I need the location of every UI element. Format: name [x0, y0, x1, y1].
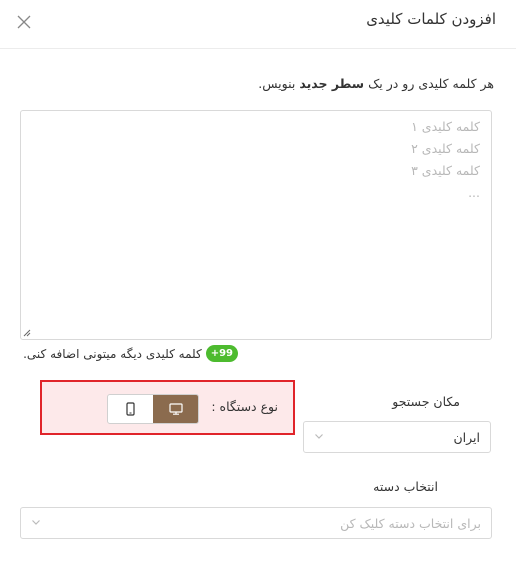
- device-type-section: نوع دستگاه :: [40, 380, 295, 435]
- dialog-title: افزودن کلمات کلیدی: [366, 10, 496, 28]
- instructions-bold: سطر جدید: [299, 76, 365, 91]
- location-select[interactable]: ایران: [303, 421, 491, 453]
- device-type-label: نوع دستگاه :: [211, 399, 278, 414]
- placeholder-line: ...: [468, 185, 480, 200]
- group-placeholder: برای انتخاب دسته کلیک کن: [340, 516, 481, 531]
- group-select[interactable]: برای انتخاب دسته کلیک کن: [20, 507, 492, 539]
- placeholder-line: کلمه کلیدی ۲: [411, 141, 480, 156]
- placeholder-line: کلمه کلیدی ۳: [411, 163, 480, 178]
- mobile-icon: [126, 402, 135, 416]
- remaining-text: کلمه کلیدی دیگه میتونی اضافه کنی.: [23, 346, 202, 361]
- dialog-header: افزودن کلمات کلیدی: [0, 0, 516, 49]
- close-button[interactable]: [16, 14, 32, 30]
- chevron-down-icon: [32, 520, 40, 525]
- instructions-text: هر کلمه کلیدی رو در یک سطر جدید بنویس.: [258, 76, 494, 91]
- placeholder-line: کلمه کلیدی ۱: [411, 119, 480, 134]
- location-label: مکان جستجو: [392, 394, 460, 409]
- close-icon: [17, 15, 31, 29]
- desktop-button[interactable]: [153, 395, 198, 423]
- resize-handle-icon[interactable]: [23, 329, 31, 337]
- group-label: انتخاب دسته: [373, 479, 438, 494]
- desktop-icon: [168, 403, 183, 415]
- remaining-badge: +99: [205, 345, 238, 362]
- keywords-textarea[interactable]: کلمه کلیدی ۱ کلمه کلیدی ۲ کلمه کلیدی ۳ .…: [20, 110, 492, 340]
- keywords-placeholder: کلمه کلیدی ۱ کلمه کلیدی ۲ کلمه کلیدی ۳ .…: [411, 116, 480, 204]
- chevron-down-icon: [315, 434, 323, 439]
- mobile-button[interactable]: [108, 395, 153, 423]
- remaining-keywords: +99 کلمه کلیدی دیگه میتونی اضافه کنی.: [23, 345, 238, 362]
- device-toggle: [107, 394, 199, 424]
- location-value: ایران: [453, 430, 480, 445]
